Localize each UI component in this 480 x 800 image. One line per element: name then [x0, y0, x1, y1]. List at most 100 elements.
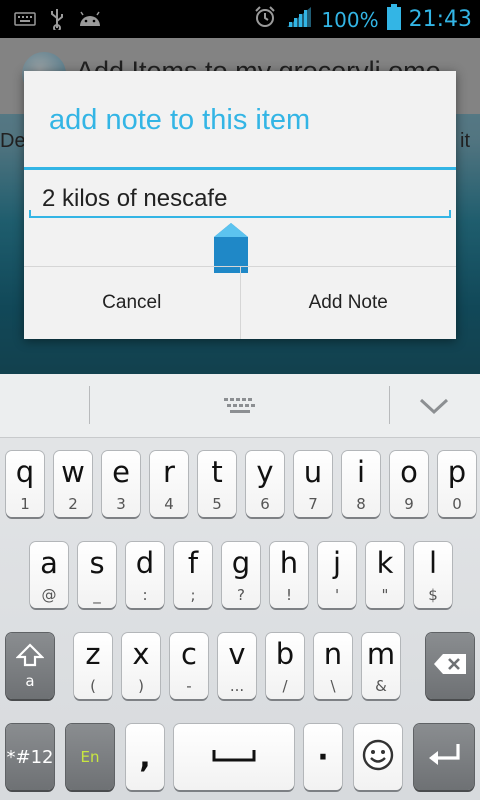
key-main-label: g — [231, 546, 251, 580]
key-w[interactable]: w2 — [54, 451, 92, 517]
key-r[interactable]: r4 — [150, 451, 188, 517]
enter-key[interactable] — [414, 724, 474, 790]
usb-icon — [50, 8, 64, 35]
key-c[interactable]: c- — [170, 633, 208, 699]
top-bar-divider — [89, 386, 90, 424]
language-key-label: En — [80, 748, 100, 766]
key-main-label: e — [112, 455, 130, 489]
key-main-label: f — [187, 546, 199, 580]
key-h[interactable]: h! — [270, 542, 308, 608]
key-sub-label: ( — [90, 677, 96, 695]
emoji-key[interactable] — [354, 724, 402, 790]
key-main-label: t — [211, 455, 223, 489]
key-sub-label: 0 — [452, 495, 462, 513]
key-d[interactable]: d: — [126, 542, 164, 608]
key-sub-label: @ — [41, 586, 57, 604]
key-sub-label: 9 — [404, 495, 414, 513]
key-main-label: z — [85, 637, 101, 671]
key-a[interactable]: a @ — [30, 542, 68, 608]
key-j[interactable]: j ' — [318, 542, 356, 608]
key-sub-label: 6 — [260, 495, 270, 513]
key-main-label: r — [163, 455, 175, 489]
key-sub-label: - — [186, 677, 192, 695]
key-main-label: p — [447, 455, 467, 489]
key-main-label: v — [228, 637, 246, 671]
key-main-label: h — [279, 546, 299, 580]
input-underline — [29, 210, 451, 218]
key-main-label: y — [256, 455, 274, 489]
dialog-button-row: Cancel Add Note — [24, 266, 456, 339]
key-main-label: k — [376, 546, 394, 580]
key-x[interactable]: x) — [122, 633, 160, 699]
smiley-icon — [361, 738, 395, 777]
shift-sub-label: a — [25, 671, 35, 690]
key-main-label: m — [366, 637, 396, 671]
signal-icon — [285, 5, 313, 34]
key-main-label: q — [15, 455, 35, 489]
android-debug-icon — [78, 10, 102, 33]
comma-key[interactable]: , — [126, 724, 164, 790]
dialog-title: add note to this item — [49, 104, 311, 136]
key-main-label: b — [275, 637, 295, 671]
key-n[interactable]: n \ — [314, 633, 352, 699]
battery-percent: 100% — [321, 7, 379, 32]
key-f[interactable]: f; — [174, 542, 212, 608]
key-y[interactable]: y6 — [246, 451, 284, 517]
key-e[interactable]: e3 — [102, 451, 140, 517]
key-sub-label: \ — [330, 677, 336, 695]
key-sub-label: ! — [285, 586, 292, 604]
space-icon — [212, 748, 256, 767]
key-sub-label: 8 — [356, 495, 366, 513]
key-sub-label: 3 — [116, 495, 126, 513]
key-g[interactable]: g? — [222, 542, 260, 608]
backspace-icon — [433, 653, 467, 680]
key-m[interactable]: m & — [362, 633, 400, 699]
key-main-label: w — [61, 455, 85, 489]
key-main-label: a — [40, 546, 58, 580]
key-u[interactable]: u7 — [294, 451, 332, 517]
key-b[interactable]: b / — [266, 633, 304, 699]
backspace-key[interactable] — [426, 633, 474, 699]
key-t[interactable]: t5 — [198, 451, 236, 517]
cancel-button[interactable]: Cancel — [24, 267, 240, 339]
key-main-label: s — [89, 546, 105, 580]
chevron-down-icon[interactable] — [418, 392, 450, 420]
key-sub-label: ; — [190, 586, 196, 604]
add-note-dialog: add note to this item Cancel Add Note — [24, 71, 456, 339]
keyboard-layout-icon[interactable] — [222, 396, 258, 416]
key-z[interactable]: z( — [74, 633, 112, 699]
add-note-button[interactable]: Add Note — [239, 267, 457, 339]
key-l[interactable]: l $ — [414, 542, 452, 608]
key-main-label: n — [323, 637, 343, 671]
symbols-key[interactable]: *#12 — [6, 724, 54, 790]
key-sub-label: " — [381, 586, 389, 604]
period-key[interactable]: · — [304, 724, 342, 790]
key-s[interactable]: s _ — [78, 542, 116, 608]
shift-key[interactable]: a — [6, 633, 54, 699]
key-sub-label: 1 — [20, 495, 30, 513]
soft-keyboard: a *#12 En , · q 1 w 2 e 3 r 4 t 5 y 6 u … — [0, 374, 480, 800]
clock: 21:43 — [408, 7, 472, 32]
space-key[interactable] — [174, 724, 294, 790]
key-sub-label: ? — [237, 586, 245, 604]
shift-icon — [15, 642, 45, 672]
keyboard-top-bar — [0, 374, 480, 438]
key-main-label: x — [132, 637, 150, 671]
key-sub-label: / — [282, 677, 288, 695]
comma-key-label: , — [139, 739, 151, 775]
key-sub-label: & — [375, 677, 387, 695]
note-input[interactable] — [29, 179, 451, 219]
key-p[interactable]: p0 — [438, 451, 476, 517]
key-o[interactable]: o9 — [390, 451, 428, 517]
key-v[interactable]: v... — [218, 633, 256, 699]
key-i[interactable]: i8 — [342, 451, 380, 517]
key-q[interactable]: q1 — [6, 451, 44, 517]
key-k[interactable]: k " — [366, 542, 404, 608]
key-main-label: u — [303, 455, 323, 489]
key-sub-label: _ — [93, 586, 101, 604]
key-sub-label: 7 — [308, 495, 318, 513]
period-key-label: · — [317, 739, 329, 775]
key-main-label: o — [400, 455, 418, 489]
key-sub-label: : — [142, 586, 148, 604]
language-key[interactable]: En — [66, 724, 114, 790]
